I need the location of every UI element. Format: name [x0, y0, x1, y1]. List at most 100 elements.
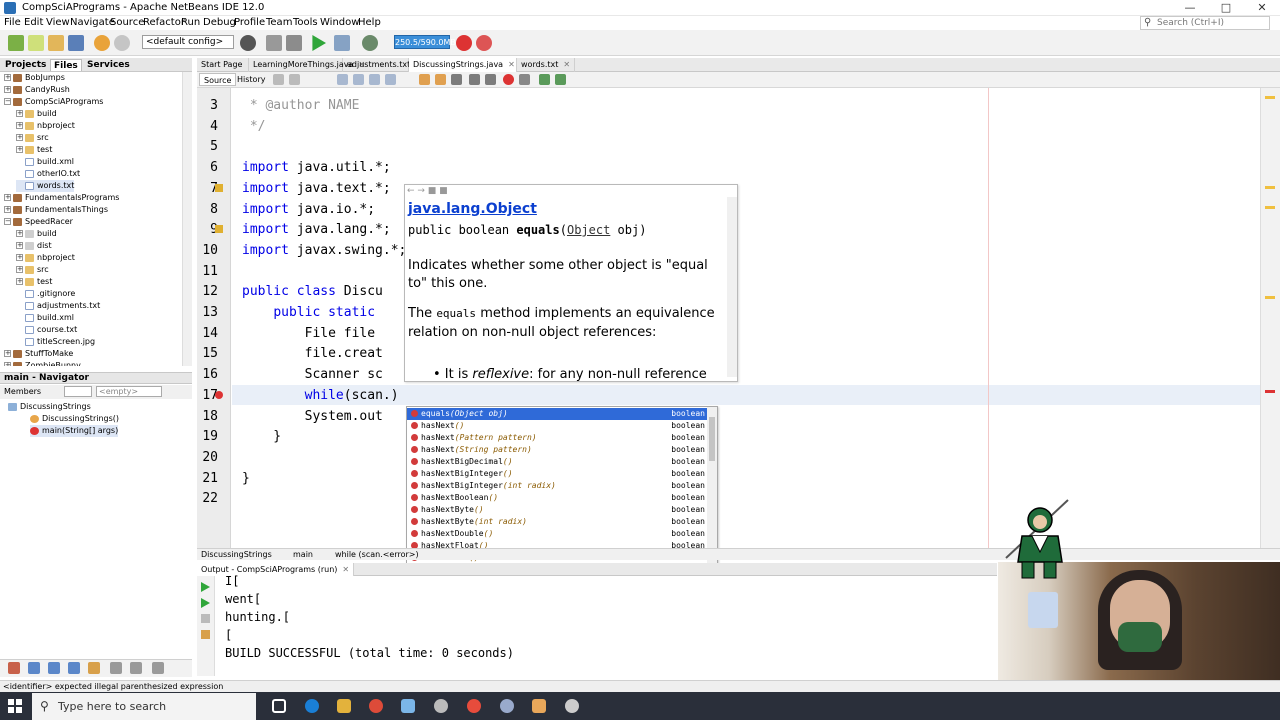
navigator-item[interactable]: main(String[] args) [30, 425, 119, 437]
tree-item[interactable]: + test [16, 144, 52, 156]
find-icon[interactable] [337, 74, 348, 85]
edge-icon[interactable] [305, 699, 319, 713]
gc-icon[interactable] [456, 35, 472, 51]
rerun-options-icon[interactable] [201, 598, 210, 608]
tree-item[interactable]: + StuffToMake [4, 348, 73, 360]
expand-icon[interactable]: + [4, 86, 11, 93]
expand-icon[interactable]: + [16, 122, 23, 129]
menu-file[interactable]: File [4, 17, 21, 28]
tree-item[interactable]: + dist [16, 240, 52, 252]
fields-icon[interactable] [28, 662, 40, 674]
tree-item[interactable]: adjustments.txt [16, 300, 100, 312]
minimize-icon[interactable]: — [1172, 0, 1208, 16]
prev-bookmark-icon[interactable] [419, 74, 430, 85]
completion-item[interactable]: hasNext(String pattern) boolean [407, 444, 707, 456]
expand-icon[interactable]: + [16, 254, 23, 261]
shift-right-icon[interactable] [485, 74, 496, 85]
tree-item[interactable]: + FundamentalsThings [4, 204, 108, 216]
debug-icon[interactable] [334, 35, 350, 51]
tree-item[interactable]: + CandyRush [4, 84, 70, 96]
chrome-icon[interactable] [369, 699, 383, 713]
tree-item[interactable]: .gitignore [16, 288, 75, 300]
tab-projects[interactable]: Projects [2, 59, 49, 71]
output-tab[interactable]: Output - CompSciAPrograms (run) ✕ [197, 563, 355, 577]
highlight-icon[interactable] [385, 74, 396, 85]
tree-item[interactable]: + src [16, 264, 49, 276]
warning-mark[interactable] [1265, 296, 1275, 299]
redo-icon[interactable] [114, 35, 130, 51]
navigator-item[interactable]: DiscussingStrings [8, 401, 91, 413]
tree-item[interactable]: course.txt [16, 324, 77, 336]
tree-item[interactable]: + BobJumps [4, 72, 65, 84]
javadoc-class-link[interactable]: java.lang.Object [408, 201, 537, 217]
sort-icon[interactable] [110, 662, 122, 674]
menu-source[interactable]: Source [110, 17, 144, 28]
error-mark[interactable] [1265, 390, 1275, 393]
tree-item[interactable]: − CompSciAPrograms [4, 96, 103, 108]
editor-tab[interactable]: words.txt ✕ [517, 58, 575, 72]
tree-item[interactable]: + FundamentalsPrograms [4, 192, 119, 204]
expand-icon[interactable]: + [16, 134, 23, 141]
tab-services[interactable]: Services [84, 59, 133, 71]
menu-window[interactable]: Window [320, 17, 359, 28]
code-line[interactable]: */ [242, 119, 266, 134]
build-icon[interactable] [266, 35, 282, 51]
editor-tab[interactable]: LearningMoreThings.java ✕ [249, 58, 365, 72]
breadcrumb-item[interactable]: DiscussingStrings [201, 549, 272, 560]
expand-icon[interactable]: + [16, 278, 23, 285]
settings-icon[interactable] [201, 630, 210, 639]
close-icon[interactable]: ✕ [563, 60, 570, 69]
netbeans-icon[interactable] [532, 699, 546, 713]
record-macro-icon[interactable] [503, 74, 514, 85]
expand-icon[interactable]: − [4, 98, 11, 105]
code-line[interactable]: public class Discu [242, 284, 383, 299]
editor-tab[interactable]: DiscussingStrings.java ✕ [409, 58, 517, 72]
run-icon[interactable] [312, 35, 326, 51]
code-line[interactable]: while(scan.) [242, 388, 399, 403]
app-icon[interactable] [565, 699, 579, 713]
expand-icon[interactable]: + [4, 74, 11, 81]
menu-edit[interactable]: Edit [24, 17, 43, 28]
build-target-icon[interactable] [240, 35, 256, 51]
menu-team[interactable]: Team [266, 17, 292, 28]
warning-mark[interactable] [1265, 206, 1275, 209]
tree-item[interactable]: titleScreen.jpg [16, 336, 95, 348]
code-line[interactable]: import java.util.*; [242, 160, 391, 175]
new-file-icon[interactable] [28, 35, 44, 51]
completion-item[interactable]: hasNextByte(int radix) boolean [407, 516, 707, 528]
taskbar-search-input[interactable]: ⚲ Type here to search [32, 693, 256, 720]
code-line[interactable]: import java.lang.*; [242, 222, 391, 237]
windows-start-icon[interactable] [8, 699, 22, 713]
collapse-icon[interactable] [152, 662, 164, 674]
find-next-icon[interactable] [369, 74, 380, 85]
editor-tab[interactable]: Start Page [197, 58, 249, 72]
completion-item[interactable]: hasNextBigInteger(int radix) boolean [407, 480, 707, 492]
tree-item[interactable]: + build [16, 108, 57, 120]
sort-alpha-icon[interactable] [130, 662, 142, 674]
stop-macro-icon[interactable] [519, 74, 530, 85]
breadcrumb-item[interactable]: while (scan.<error>) [335, 549, 419, 560]
javadoc-scrollbar[interactable] [727, 197, 737, 377]
completion-item[interactable]: hasNextBigDecimal() boolean [407, 456, 707, 468]
gc-alt-icon[interactable] [476, 35, 492, 51]
clean-build-icon[interactable] [286, 35, 302, 51]
tree-item[interactable]: otherIO.txt [16, 168, 80, 180]
app-icon[interactable] [401, 699, 415, 713]
expand-icon[interactable]: + [16, 146, 23, 153]
breadcrumb-item[interactable]: main [293, 549, 313, 560]
code-line[interactable]: import java.text.*; [242, 181, 391, 196]
history-tab[interactable]: History [233, 73, 269, 86]
code-line[interactable]: import javax.swing.*; [242, 243, 406, 258]
back-icon[interactable] [289, 74, 300, 85]
close-icon[interactable]: ✕ [342, 565, 349, 574]
expand-icon[interactable]: + [16, 266, 23, 273]
code-line[interactable]: } [242, 471, 250, 486]
tree-item[interactable]: + test [16, 276, 52, 288]
tree-item[interactable]: + ZombieBunny [4, 360, 81, 366]
code-line[interactable]: * @author NAME [242, 98, 360, 113]
comment-icon[interactable] [539, 74, 550, 85]
code-line[interactable]: file.creat [242, 346, 383, 361]
profile-icon[interactable] [362, 35, 378, 51]
find-prev-icon[interactable] [353, 74, 364, 85]
tree-item[interactable]: build.xml [16, 156, 74, 168]
